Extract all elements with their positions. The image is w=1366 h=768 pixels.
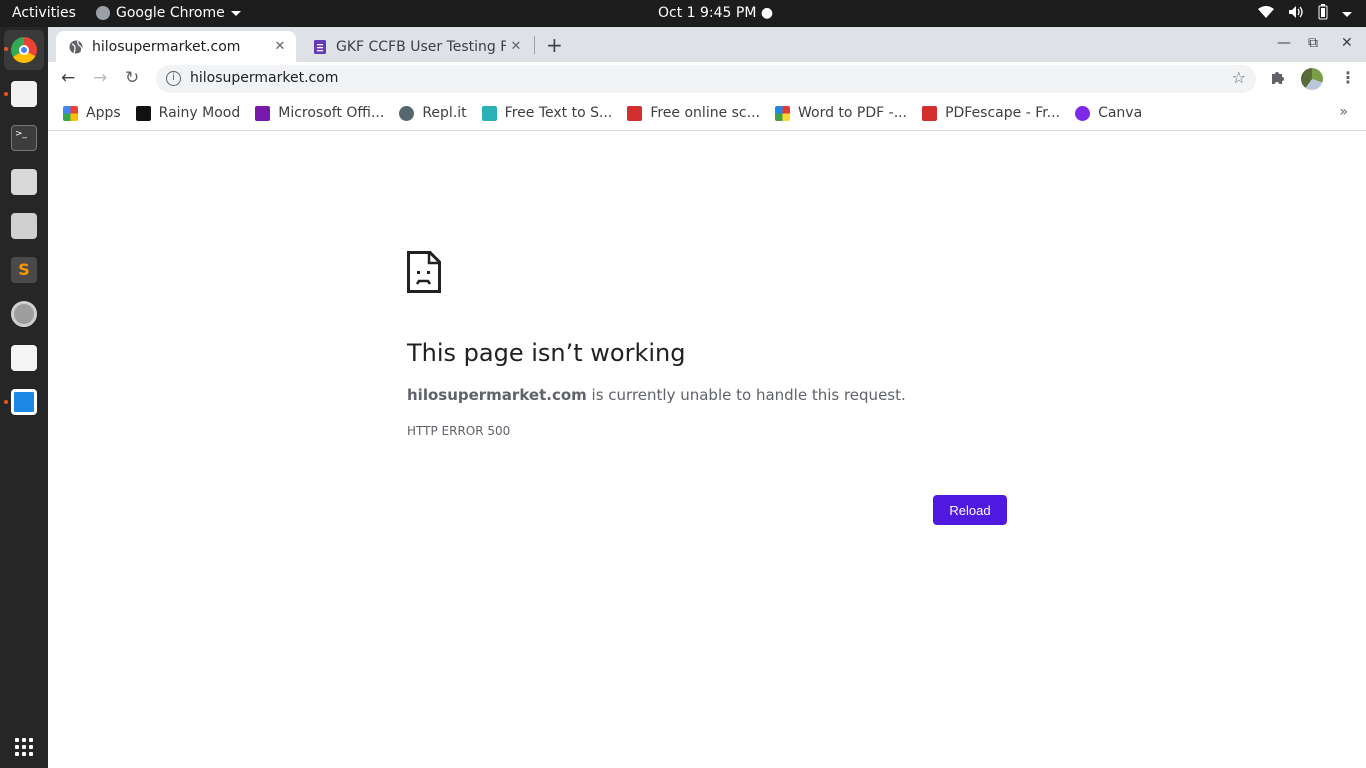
tab-separator xyxy=(534,36,535,54)
sublime-text-icon[interactable]: S xyxy=(11,257,37,283)
chrome-icon xyxy=(96,6,110,20)
rainy-mood-icon xyxy=(135,105,151,121)
activities-button[interactable]: Activities xyxy=(12,5,76,21)
close-tab-icon[interactable]: ✕ xyxy=(506,39,526,54)
bookmark-replit[interactable]: Repl.it xyxy=(399,105,467,121)
bookmark-label: Microsoft Offi... xyxy=(278,105,385,121)
text-editor-icon[interactable] xyxy=(11,345,37,371)
terminal-icon[interactable]: >_ xyxy=(11,125,37,151)
forms-icon xyxy=(314,39,326,54)
bookmark-canva[interactable]: Canva xyxy=(1075,105,1142,121)
bookmark-label: Free Text to S... xyxy=(504,105,613,121)
volume-icon xyxy=(1288,5,1304,23)
battery-icon xyxy=(1318,4,1328,24)
bookmark-label: Canva xyxy=(1098,105,1143,121)
settings-icon[interactable] xyxy=(11,301,37,327)
chrome-icon[interactable] xyxy=(11,37,37,63)
chevron-down-icon xyxy=(230,10,241,16)
clock-label: Oct 1 9:45 PM xyxy=(658,5,757,21)
show-applications-icon[interactable] xyxy=(15,738,33,756)
text-to-speech-icon xyxy=(481,105,497,121)
restore-button[interactable]: ⧉ xyxy=(1308,35,1318,51)
image-viewer-icon[interactable] xyxy=(11,169,37,195)
clock[interactable]: Oct 1 9:45 PM ● xyxy=(658,5,773,21)
onenote-icon xyxy=(255,105,271,121)
files-icon[interactable] xyxy=(11,81,37,107)
running-indicator xyxy=(4,47,8,51)
tab-title: hilosupermarket.com xyxy=(92,38,241,55)
app-menu-label: Google Chrome xyxy=(116,5,225,21)
system-tray[interactable] xyxy=(1258,4,1352,24)
back-button[interactable]: ← xyxy=(61,68,75,88)
new-tab-button[interactable]: + xyxy=(546,33,563,57)
apps-grid-icon xyxy=(63,105,78,121)
bookmark-apps[interactable]: Apps xyxy=(63,105,121,121)
canva-icon xyxy=(1075,105,1091,121)
error-message: hilosupermarket.com is currently unable … xyxy=(407,386,906,404)
bookmark-label: Free online sc... xyxy=(650,105,760,121)
replit-icon xyxy=(399,105,415,121)
globe-icon xyxy=(69,40,83,53)
tab-hilosupermarket[interactable]: hilosupermarket.com ✕ xyxy=(56,31,296,62)
tab-title: GKF CCFB User Testing Fe xyxy=(336,38,506,55)
page-content: This page isn’t working hilosupermarket.… xyxy=(48,131,1366,768)
bookmark-microsoft-office[interactable]: Microsoft Offi... xyxy=(255,105,384,121)
seo-icon xyxy=(627,105,643,121)
bookmark-label: Apps xyxy=(86,105,121,121)
dock: >_ S xyxy=(0,27,48,768)
bookmark-pdfescape[interactable]: PDFescape - Fr... xyxy=(922,105,1060,121)
bookmark-label: Repl.it xyxy=(422,105,467,121)
wifi-icon xyxy=(1258,5,1274,23)
bookmark-label: Word to PDF -... xyxy=(797,105,908,121)
bookmark-rainy-mood[interactable]: Rainy Mood xyxy=(135,105,241,121)
writer-icon[interactable] xyxy=(11,389,37,415)
running-indicator xyxy=(4,400,8,404)
site-info-icon[interactable]: i xyxy=(166,71,181,86)
minimize-button[interactable]: — xyxy=(1277,35,1291,51)
bookmark-label: PDFescape - Fr... xyxy=(945,105,1061,121)
running-indicator xyxy=(4,92,8,96)
profile-avatar[interactable] xyxy=(1301,68,1323,90)
close-tab-icon[interactable]: ✕ xyxy=(270,39,290,54)
error-host: hilosupermarket.com xyxy=(407,386,587,404)
more-bookmarks-icon[interactable]: » xyxy=(1339,104,1348,120)
kebab-menu-icon[interactable]: ⋮ xyxy=(1340,68,1356,87)
bookmark-star-icon[interactable]: ☆ xyxy=(1232,68,1246,87)
bookmarks-bar: Apps Rainy Mood Microsoft Offi... Repl.i… xyxy=(48,96,1366,131)
close-window-button[interactable]: ✕ xyxy=(1341,35,1353,51)
address-bar[interactable]: i hilosupermarket.com ☆ xyxy=(156,65,1256,93)
sad-page-icon xyxy=(407,251,441,293)
browser-toolbar: ← → ↻ i hilosupermarket.com ☆ ⋮ xyxy=(48,62,1366,96)
extensions-puzzle-icon[interactable] xyxy=(1270,69,1286,89)
forward-button[interactable]: → xyxy=(93,68,107,88)
word-to-pdf-icon xyxy=(774,105,790,121)
bookmark-label: Rainy Mood xyxy=(158,105,241,121)
bookmark-word-to-pdf[interactable]: Word to PDF -... xyxy=(774,105,908,121)
bookmark-free-text-to-speech[interactable]: Free Text to S... xyxy=(481,105,613,121)
error-title: This page isn’t working xyxy=(407,339,686,367)
reload-button[interactable]: Reload xyxy=(933,495,1007,525)
system-menu-chevron-icon xyxy=(1342,11,1352,17)
pdfescape-icon xyxy=(922,105,938,121)
error-message-text: is currently unable to handle this reque… xyxy=(586,386,906,404)
tab-gkf-ccfb[interactable]: GKF CCFB User Testing Fe ✕ xyxy=(300,31,532,62)
search-tool-icon[interactable] xyxy=(11,213,37,239)
error-code: HTTP ERROR 500 xyxy=(407,424,511,438)
tab-strip: hilosupermarket.com ✕ GKF CCFB User Test… xyxy=(48,27,1366,62)
bookmark-free-online-sc[interactable]: Free online sc... xyxy=(627,105,760,121)
app-menu[interactable]: Google Chrome xyxy=(96,5,241,21)
reload-icon[interactable]: ↻ xyxy=(125,68,139,88)
notification-dot-icon: ● xyxy=(760,5,774,21)
url-text[interactable]: hilosupermarket.com xyxy=(190,70,338,86)
system-top-bar: Activities Google Chrome Oct 1 9:45 PM ● xyxy=(0,0,1366,27)
